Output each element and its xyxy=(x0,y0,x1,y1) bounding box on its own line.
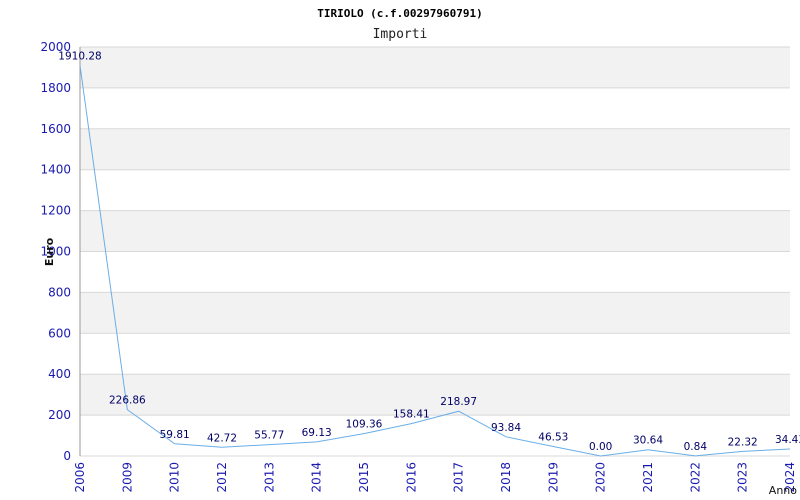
x-tick-label: 2012 xyxy=(215,462,229,493)
data-label: 69.13 xyxy=(302,427,332,439)
plot-band xyxy=(80,374,790,416)
plot-band xyxy=(80,210,790,252)
y-tick-label: 600 xyxy=(48,326,71,340)
x-tick-label: 2016 xyxy=(404,462,418,493)
x-tick-label: 2006 xyxy=(73,462,87,493)
y-tick-label: 200 xyxy=(48,408,71,422)
x-tick-label: 2019 xyxy=(546,462,560,493)
x-tick-label: 2020 xyxy=(594,462,608,493)
data-label: 109.36 xyxy=(346,419,383,431)
x-tick-label: 2017 xyxy=(452,462,466,493)
plot-band xyxy=(80,292,790,334)
x-tick-label: 2014 xyxy=(310,462,324,493)
plot-band xyxy=(80,128,790,170)
chart-title: TIRIOLO (c.f.00297960791) xyxy=(317,7,483,20)
data-label: 158.41 xyxy=(393,409,430,421)
x-tick-label: 2015 xyxy=(357,462,371,493)
x-tick-label: 2010 xyxy=(168,462,182,493)
x-tick-label: 2023 xyxy=(736,462,750,493)
y-axis-label: Euro xyxy=(43,237,56,266)
x-axis-ticks: 2006 2009 2010 2012 2013 2014 2015 2016 2017 2018… xyxy=(73,462,797,493)
x-tick-label: 2022 xyxy=(688,462,702,493)
plot-band xyxy=(80,251,790,293)
x-tick-label: 2013 xyxy=(262,462,276,493)
data-label: 226.86 xyxy=(109,395,146,407)
data-label: 46.53 xyxy=(538,431,568,443)
y-tick-label: 1800 xyxy=(40,81,71,95)
x-tick-label: 2009 xyxy=(120,462,134,493)
y-tick-label: 400 xyxy=(48,367,71,381)
plot-band xyxy=(80,169,790,211)
data-label: 34.43 xyxy=(775,434,800,446)
plot-band xyxy=(80,47,790,88)
x-tick-label: 2021 xyxy=(641,462,655,493)
y-tick-label: 1600 xyxy=(40,122,71,136)
y-tick-label: 1200 xyxy=(40,204,71,218)
y-tick-label: 0 xyxy=(63,449,71,463)
data-label: 55.77 xyxy=(254,430,284,442)
data-label: 0.84 xyxy=(684,441,708,453)
data-label: 30.64 xyxy=(633,435,663,447)
data-label: 1910.28 xyxy=(58,50,101,62)
data-label: 218.97 xyxy=(440,396,477,408)
y-tick-label: 1400 xyxy=(40,163,71,177)
chart-subtitle: Importi xyxy=(373,27,428,42)
x-axis-label: Anno xyxy=(769,484,797,497)
data-label: 0.00 xyxy=(589,441,612,453)
data-label: 22.32 xyxy=(728,436,758,448)
y-tick-label: 800 xyxy=(48,285,71,299)
data-label: 42.72 xyxy=(207,432,237,444)
plot-band xyxy=(80,333,790,375)
x-tick-label: 2018 xyxy=(499,462,513,493)
data-label: 93.84 xyxy=(491,422,521,434)
line-chart: TIRIOLO (c.f.00297960791) Importi 0 200 40… xyxy=(40,7,800,497)
data-label: 59.81 xyxy=(160,429,190,441)
plot-band xyxy=(80,87,790,129)
